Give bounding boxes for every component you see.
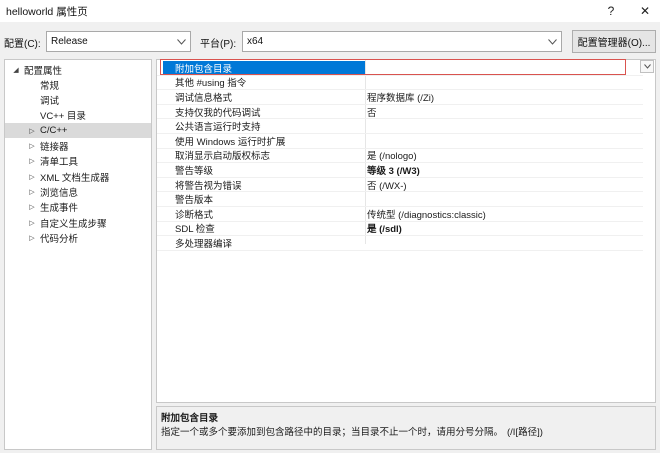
tree-item[interactable]: 调试 [5, 93, 151, 108]
property-grid: 附加包含目录 其他 #using 指令 调试信息格式 程序数据库 (/Zi) 支持仅我的… [156, 59, 656, 403]
tree-item-label: 生成事件 [40, 203, 79, 215]
config-value: Release [51, 36, 88, 47]
expand-triangle-icon[interactable]: ▷ [27, 188, 37, 196]
property-row[interactable]: 附加包含目录 [157, 61, 643, 76]
platform-label: 平台(P): [200, 39, 237, 50]
property-value[interactable]: 否 (/WX-) [367, 178, 407, 192]
tree-item[interactable]: 常规 [5, 77, 151, 92]
tree-item-label: 配置属性 [24, 65, 63, 77]
tree-item[interactable]: ▷ 自定义生成步骤 [5, 215, 151, 230]
window-title: helloworld 属性页 [6, 5, 88, 18]
tree-item[interactable]: ◢ 配置属性 [5, 62, 151, 77]
property-value[interactable]: 是 (/sdl) [367, 221, 402, 235]
tree-item-label: 常规 [40, 80, 60, 92]
chevron-down-icon [174, 34, 188, 49]
property-row[interactable]: 支持仅我的代码调试 否 [157, 105, 643, 120]
description-switch: (/I[路径]) [507, 427, 543, 438]
expand-triangle-icon[interactable]: ▷ [27, 173, 37, 181]
property-row[interactable]: SDL 检查 是 (/sdl) [157, 222, 643, 237]
expand-triangle-icon[interactable]: ▷ [27, 127, 37, 135]
tree-item[interactable]: VC++ 目录 [5, 108, 151, 123]
tree-item[interactable]: ▷ 清单工具 [5, 154, 151, 169]
title-bar: helloworld 属性页 ? ✕ [0, 0, 660, 22]
property-name: 调试信息格式 [175, 92, 233, 104]
description-panel: 附加包含目录 指定一个或多个要添加到包含路径中的目录；当目录不止一个时，请用分号… [156, 406, 656, 450]
property-tree: ◢ 配置属性 常规 调试 VC++ 目录 ▷ C/C++ ▷ 链接器 ▷ 清单工具 ▷ XML 文档生成… [4, 59, 152, 450]
tree-item-label: 浏览信息 [40, 187, 79, 199]
expand-triangle-icon[interactable]: ▷ [27, 142, 37, 150]
tree-item[interactable]: ▷ C/C++ [5, 123, 151, 139]
property-name: 其他 #using 指令 [175, 78, 247, 90]
tree-item-label: VC++ 目录 [40, 111, 86, 123]
property-name: 多处理器编译 [175, 238, 233, 250]
tree-item[interactable]: ▷ 生成事件 [5, 200, 151, 215]
property-value[interactable]: 否 [367, 105, 377, 119]
chevron-down-icon [545, 34, 559, 49]
config-manager-button[interactable]: 配置管理器(O)... [572, 30, 656, 53]
configuration-toolbar: 配置(C): Release 平台(P): x64 配置管理器(O)... [0, 30, 660, 54]
close-button[interactable]: ✕ [630, 0, 660, 22]
tree-item-label: C/C++ [40, 125, 68, 137]
tree-item-label: XML 文档生成器 [40, 172, 110, 184]
description-title: 附加包含目录 [161, 413, 219, 424]
tree-item-label: 调试 [40, 96, 60, 108]
collapse-triangle-icon[interactable]: ◢ [11, 66, 21, 74]
property-value[interactable]: 等级 3 (/W3) [367, 163, 420, 177]
property-name: 警告等级 [175, 165, 214, 177]
tree-item-label: 自定义生成步骤 [40, 218, 107, 230]
property-value[interactable]: 是 (/nologo) [367, 148, 417, 162]
property-name: 警告版本 [175, 195, 214, 207]
platform-select[interactable]: x64 [242, 31, 562, 52]
expand-triangle-icon[interactable]: ▷ [27, 203, 37, 211]
chevron-down-icon [643, 64, 651, 69]
expand-triangle-icon[interactable]: ▷ [27, 157, 37, 165]
property-row[interactable]: 警告等级 等级 3 (/W3) [157, 163, 643, 178]
property-name: 附加包含目录 [163, 61, 365, 75]
property-value[interactable]: 程序数据库 (/Zi) [367, 90, 434, 104]
tree-item[interactable]: ▷ XML 文档生成器 [5, 169, 151, 184]
tree-item-label: 链接器 [40, 142, 69, 153]
tree-item-label: 清单工具 [40, 157, 79, 169]
platform-value: x64 [247, 36, 264, 47]
property-name: SDL 检查 [175, 224, 215, 236]
help-button[interactable]: ? [596, 0, 626, 22]
description-text: 指定一个或多个要添加到包含路径中的目录；当目录不止一个时，请用分号分隔。 [161, 427, 504, 438]
property-name: 公共语言运行时支持 [175, 122, 261, 134]
expand-triangle-icon[interactable]: ▷ [27, 219, 37, 227]
property-name: 使用 Windows 运行时扩展 [175, 136, 286, 148]
tree-item-label: 代码分析 [40, 233, 79, 245]
property-row[interactable]: 取消显示启动版权标志 是 (/nologo) [157, 149, 643, 164]
property-row[interactable]: 多处理器编译 [157, 236, 643, 251]
property-name: 支持仅我的代码调试 [175, 107, 261, 119]
expand-triangle-icon[interactable]: ▷ [27, 234, 37, 242]
property-row[interactable]: 警告版本 [157, 192, 643, 207]
property-row[interactable]: 诊断格式 传统型 (/diagnostics:classic) [157, 207, 643, 222]
property-name: 取消显示启动版权标志 [175, 151, 271, 163]
tree-item[interactable]: ▷ 浏览信息 [5, 184, 151, 199]
config-select[interactable]: Release [46, 31, 191, 52]
property-name: 将警告视为错误 [175, 180, 242, 192]
config-label: 配置(C): [4, 39, 41, 50]
property-row[interactable]: 其他 #using 指令 [157, 76, 643, 91]
tree-item[interactable]: ▷ 代码分析 [5, 230, 151, 245]
tree-item[interactable]: ▷ 链接器 [5, 139, 151, 154]
property-row[interactable]: 调试信息格式 程序数据库 (/Zi) [157, 90, 643, 105]
property-name: 诊断格式 [175, 209, 214, 221]
property-row[interactable]: 公共语言运行时支持 [157, 119, 643, 134]
property-value[interactable]: 传统型 (/diagnostics:classic) [367, 207, 486, 221]
value-dropdown-button[interactable] [640, 60, 654, 73]
property-row[interactable]: 将警告视为错误 否 (/WX-) [157, 178, 643, 193]
property-row[interactable]: 使用 Windows 运行时扩展 [157, 134, 643, 149]
